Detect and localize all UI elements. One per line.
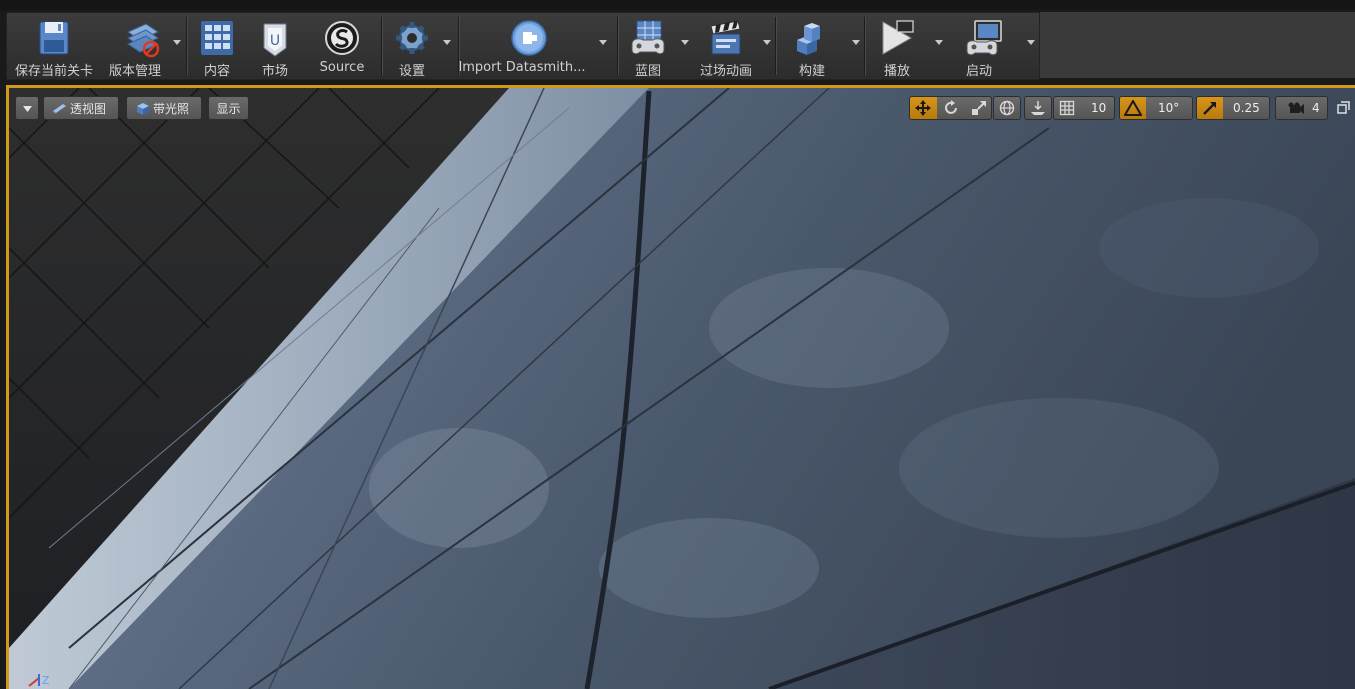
chevron-down-icon — [23, 106, 32, 112]
chevron-down-icon[interactable] — [763, 40, 771, 45]
show-label: 显示 — [216, 102, 241, 116]
scale-mode-button[interactable] — [966, 97, 993, 119]
maximize-icon — [1337, 101, 1350, 114]
grid-snap-group: 10 — [1053, 96, 1115, 120]
rotation-snap-group: 10° — [1119, 96, 1193, 120]
chevron-down-icon[interactable] — [852, 40, 860, 45]
launch-button[interactable]: 启动 — [951, 13, 1035, 79]
source-logo-icon — [325, 21, 359, 55]
grid-icon — [1059, 100, 1075, 116]
source-control-label: 版本管理 — [108, 64, 161, 79]
chevron-down-icon[interactable] — [1027, 40, 1035, 45]
transform-mode-group — [909, 96, 992, 120]
content-browser-icon — [201, 21, 233, 55]
globe-icon — [999, 100, 1015, 116]
scale-snap-toggle[interactable] — [1197, 97, 1223, 119]
import-datasmith-label: Import Datasmith... — [458, 60, 586, 75]
source-control-icon — [126, 23, 160, 58]
svg-text:U: U — [270, 33, 280, 49]
surface-snap-button[interactable] — [1024, 96, 1052, 120]
angle-snap-icon — [1124, 100, 1142, 116]
import-datasmith-button[interactable]: Import Datasmith... — [458, 13, 611, 79]
datasmith-icon — [511, 20, 547, 56]
toolbar-separator — [186, 17, 187, 75]
blueprints-label: 蓝图 — [634, 64, 661, 79]
surface-snap-icon — [1031, 101, 1045, 115]
scale-snap-group: 0.25 — [1196, 96, 1270, 120]
settings-label: 设置 — [398, 64, 425, 79]
save-icon — [39, 21, 69, 55]
scale-icon — [972, 101, 986, 115]
coordinate-system-button[interactable] — [993, 96, 1021, 120]
perspective-button[interactable]: 透视图 — [43, 96, 119, 120]
cinematics-label: 过场动画 — [699, 64, 752, 79]
clapperboard-icon — [710, 20, 741, 55]
blueprints-button[interactable]: 蓝图 — [621, 13, 691, 79]
play-button[interactable]: 播放 — [867, 13, 947, 79]
translate-mode-button[interactable] — [910, 97, 937, 119]
marketplace-icon: U — [263, 23, 287, 57]
chevron-down-icon[interactable] — [599, 40, 607, 45]
marketplace-button[interactable]: U 市场 — [247, 13, 303, 79]
lit-label: 带光照 — [153, 102, 190, 116]
lit-mode-button[interactable]: 带光照 — [126, 96, 202, 120]
chevron-down-icon[interactable] — [443, 40, 451, 45]
play-icon — [882, 20, 914, 55]
cinematics-button[interactable]: 过场动画 — [695, 13, 773, 79]
grid-snap-value[interactable]: 10 — [1091, 97, 1106, 119]
show-flags-button[interactable]: 显示 — [208, 96, 249, 120]
scale-snap-value[interactable]: 0.25 — [1233, 97, 1260, 119]
launch-label: 启动 — [965, 64, 992, 79]
perspective-cube-icon — [53, 104, 66, 114]
toolbar-empty-area — [1040, 12, 1355, 78]
gear-icon — [396, 22, 428, 54]
level-viewport[interactable]: Z 透视图 带光照 显示 10 10° 0.25 4 — [6, 85, 1355, 689]
lit-sphere-icon — [137, 103, 149, 115]
chevron-down-icon[interactable] — [935, 40, 943, 45]
marketplace-label: 市场 — [261, 64, 288, 79]
grid-snap-toggle[interactable] — [1054, 97, 1080, 119]
rotation-snap-toggle[interactable] — [1120, 97, 1146, 119]
move-arrows-icon — [915, 100, 931, 116]
chevron-down-icon[interactable] — [173, 40, 181, 45]
perspective-label: 透视图 — [70, 102, 107, 116]
save-level-button[interactable]: 保存当前关卡 — [7, 13, 101, 79]
launch-monitor-icon — [966, 20, 1002, 56]
title-strip — [0, 0, 1355, 10]
axis-z-label: Z — [42, 674, 50, 687]
build-button[interactable]: 构建 — [778, 13, 862, 79]
scale-snap-icon — [1203, 102, 1216, 115]
camera-speed-value: 4 — [1312, 101, 1320, 115]
rotate-icon — [945, 100, 957, 114]
play-label: 播放 — [883, 64, 910, 79]
camera-icon — [1288, 102, 1304, 114]
save-label: 保存当前关卡 — [14, 64, 93, 79]
build-blocks-icon — [797, 23, 820, 55]
blueprint-icon — [631, 20, 665, 55]
viewport-scene[interactable]: Z — [9, 88, 1355, 689]
viewport-options-button[interactable] — [15, 96, 39, 120]
source-control-button[interactable]: 版本管理 — [103, 13, 183, 79]
chevron-down-icon[interactable] — [681, 40, 689, 45]
camera-speed-button[interactable]: 4 — [1275, 96, 1328, 120]
content-label: 内容 — [203, 64, 230, 79]
build-label: 构建 — [798, 64, 825, 79]
main-toolbar: 保存当前关卡 版本管理 内容 U 市场 Source 设置 Import Dat… — [6, 12, 1040, 80]
source-label: Source — [319, 60, 365, 75]
maximize-viewport-button[interactable] — [1336, 100, 1350, 114]
settings-button[interactable]: 设置 — [385, 13, 455, 79]
rotation-snap-value[interactable]: 10° — [1158, 97, 1179, 119]
source-button[interactable]: Source — [307, 13, 377, 79]
content-button[interactable]: 内容 — [189, 13, 245, 79]
rotate-mode-button[interactable] — [938, 97, 965, 119]
